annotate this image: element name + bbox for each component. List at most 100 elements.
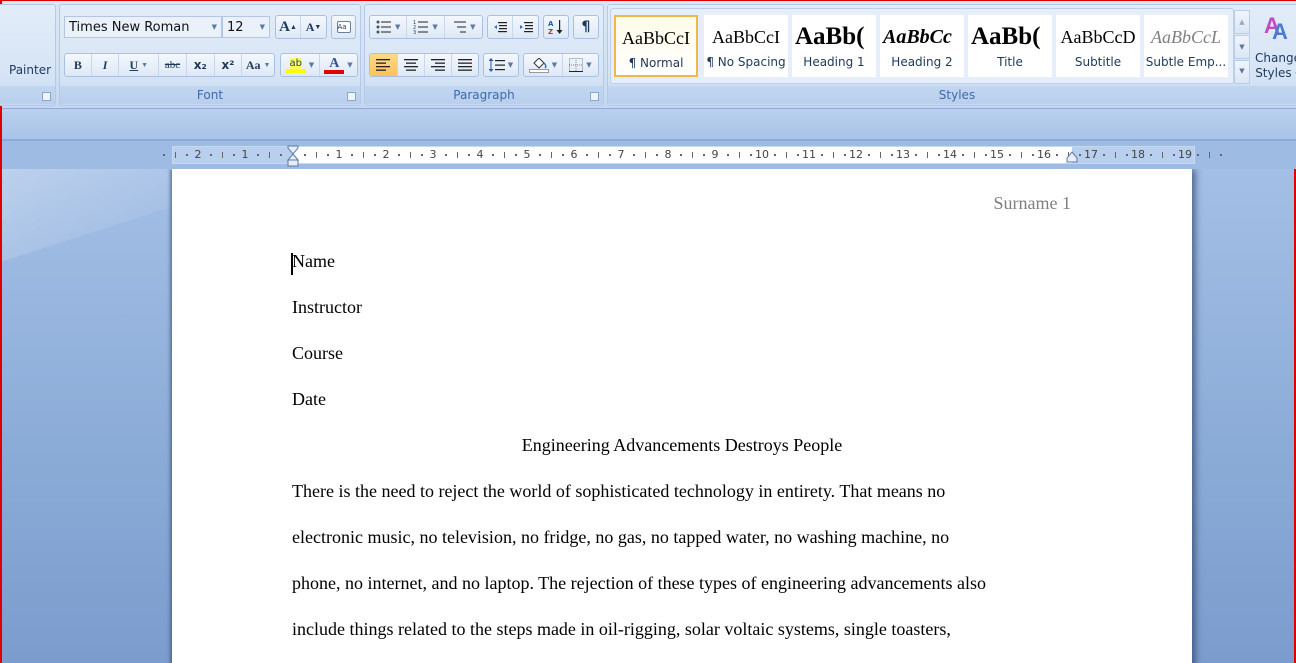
ruler-tick-dot [303, 154, 306, 156]
grow-font-button[interactable]: A ▲ [276, 16, 302, 38]
ruler-tick-dot [679, 154, 682, 156]
chevron-down-icon[interactable]: ▼ [347, 61, 352, 69]
decrease-indent-icon [494, 22, 507, 33]
ruler-tick-half [1161, 152, 1163, 158]
indent-marker[interactable] [287, 145, 299, 167]
change-case-button[interactable]: Aa ▼ [242, 54, 274, 76]
paragraph-group: ▼ 123 ▼ ▼ AZ ¶ ▼ ▼ ▼ Paragraph [364, 4, 604, 106]
ruler-tick-half [503, 152, 505, 158]
borders-button[interactable]: ▼ [563, 54, 598, 76]
style-heading-2[interactable]: AaBbCc Heading 2 [880, 15, 964, 77]
document-workspace: Surname 1 Name Instructor Course Date En… [2, 169, 1294, 663]
ruler-tick-half [738, 152, 740, 158]
style-normal[interactable]: AaBbCcI ¶ Normal [614, 15, 698, 77]
subscript-button[interactable]: x₂ [187, 54, 215, 76]
align-center-button[interactable] [398, 54, 425, 76]
clipboard-dialog-launcher[interactable] [42, 92, 51, 101]
ruler-tick-half [644, 152, 646, 158]
superscript-button[interactable]: x² [215, 54, 243, 76]
show-formatting-marks-button[interactable]: ¶ [573, 15, 599, 39]
multilevel-list-button[interactable]: ▼ [445, 16, 482, 38]
underline-button[interactable]: U ▼ [119, 54, 160, 76]
ruler-tick-half [1208, 152, 1210, 158]
style-title[interactable]: AaBb( Title [968, 15, 1052, 77]
font-format-buttons: B I U ▼ abc x₂ x² Aa ▼ [64, 53, 275, 77]
shrink-font-button[interactable]: A ▼ [301, 16, 326, 38]
bold-button[interactable]: B [65, 54, 92, 76]
decrease-indent-button[interactable] [488, 16, 514, 38]
ruler-number: 17 [1084, 148, 1098, 161]
justify-button[interactable] [452, 54, 478, 76]
ruler-number: 5 [523, 148, 531, 161]
doc-line-course[interactable]: Course [292, 343, 343, 364]
font-name-combo[interactable]: Times New Roman ▼ [64, 16, 222, 38]
clipboard-group: Painter [0, 4, 56, 106]
highlight-button[interactable]: ab ▼ [281, 54, 320, 76]
ruler-tick-dot [1220, 154, 1223, 156]
bullets-button[interactable]: ▼ [370, 16, 408, 38]
ruler-number: 1 [241, 148, 249, 161]
sort-button[interactable]: AZ [543, 15, 569, 39]
alignment-buttons [369, 53, 479, 77]
styles-more-button[interactable]: ▼ [1234, 60, 1250, 84]
line-spacing-button[interactable]: ▼ [483, 53, 519, 77]
chevron-down-icon[interactable]: ▼ [470, 23, 475, 31]
ruler-tick-dot [256, 154, 259, 156]
chevron-down-icon[interactable]: ▼ [508, 61, 513, 69]
page-header[interactable]: Surname 1 [994, 193, 1071, 214]
font-color-bar [324, 69, 345, 74]
style-subtle-emphasis[interactable]: AaBbCcL Subtle Emp... [1144, 15, 1228, 77]
style-subtitle[interactable]: AaBbCcD Subtitle [1056, 15, 1140, 77]
font-size-combo[interactable]: 12 ▼ [222, 16, 270, 38]
styles-group-label: Styles [608, 86, 1296, 104]
clear-formatting-button[interactable]: Aa [331, 15, 356, 39]
ruler-tick-dot [209, 154, 212, 156]
ruler-tick-dot [1055, 154, 1058, 156]
numbering-button[interactable]: 123 ▼ [407, 16, 445, 38]
font-color-button[interactable]: A ▼ [320, 54, 357, 76]
ruler-tick-dot [914, 154, 917, 156]
change-styles-button[interactable]: A A Change Styles ▼ [1252, 11, 1296, 89]
style-heading-1[interactable]: AaBb( Heading 1 [792, 15, 876, 77]
paragraph-dialog-launcher[interactable] [590, 92, 599, 101]
horizontal-ruler[interactable]: 2 1 1 2 3 4 5 6 7 8 9 10 11 12 13 14 15 16 17 18 19 [162, 145, 1223, 167]
styles-scroll-up-button[interactable]: ▲ [1234, 10, 1250, 34]
chevron-down-icon[interactable]: ▼ [260, 23, 265, 31]
font-dialog-launcher[interactable] [347, 92, 356, 101]
svg-text:A: A [548, 20, 554, 28]
doc-line-instructor[interactable]: Instructor [292, 297, 362, 318]
format-painter-button[interactable]: Painter [9, 63, 51, 77]
chevron-down-icon[interactable]: ▼ [395, 23, 400, 31]
doc-line-name[interactable]: Name [292, 251, 335, 272]
chevron-down-icon[interactable]: ▼ [212, 23, 217, 31]
align-right-button[interactable] [425, 54, 452, 76]
ruler-number: 4 [476, 148, 484, 161]
italic-button[interactable]: I [92, 54, 120, 76]
chevron-down-icon[interactable]: ▼ [141, 61, 148, 69]
ruler-tick-dot [233, 154, 236, 156]
strikethrough-button[interactable]: abc [159, 54, 187, 76]
doc-body-line[interactable]: electronic music, no television, no frid… [292, 527, 949, 548]
doc-body-line[interactable]: phone, no internet, and no laptop. The r… [292, 573, 986, 594]
chevron-down-icon[interactable]: ▼ [432, 23, 437, 31]
chevron-down-icon[interactable]: ▼ [264, 61, 271, 69]
doc-body-line[interactable]: include things related to the steps made… [292, 619, 951, 640]
align-left-button[interactable] [370, 54, 398, 76]
ruler-tick-dot [1126, 154, 1129, 156]
chevron-down-icon[interactable]: ▼ [309, 61, 314, 69]
ruler-tick-dot [162, 154, 165, 156]
document-page[interactable]: Surname 1 Name Instructor Course Date En… [172, 169, 1192, 663]
ruler-tick-dot [562, 154, 565, 156]
increase-indent-button[interactable] [513, 16, 538, 38]
doc-title[interactable]: Engineering Advancements Destroys People [172, 435, 1192, 456]
chevron-down-icon[interactable]: ▼ [552, 61, 557, 69]
ruler-number: 2 [194, 148, 202, 161]
right-indent-marker[interactable] [1066, 151, 1078, 163]
styles-scroll-down-button[interactable]: ▼ [1234, 35, 1250, 59]
shading-button[interactable]: ▼ [524, 54, 563, 76]
chevron-down-icon[interactable]: ▼ [586, 61, 591, 69]
doc-body-line[interactable]: There is the need to reject the world of… [292, 481, 945, 502]
ruler-tick-half [409, 152, 411, 158]
style-no-spacing[interactable]: AaBbCcI ¶ No Spacing [704, 15, 788, 77]
doc-line-date[interactable]: Date [292, 389, 326, 410]
